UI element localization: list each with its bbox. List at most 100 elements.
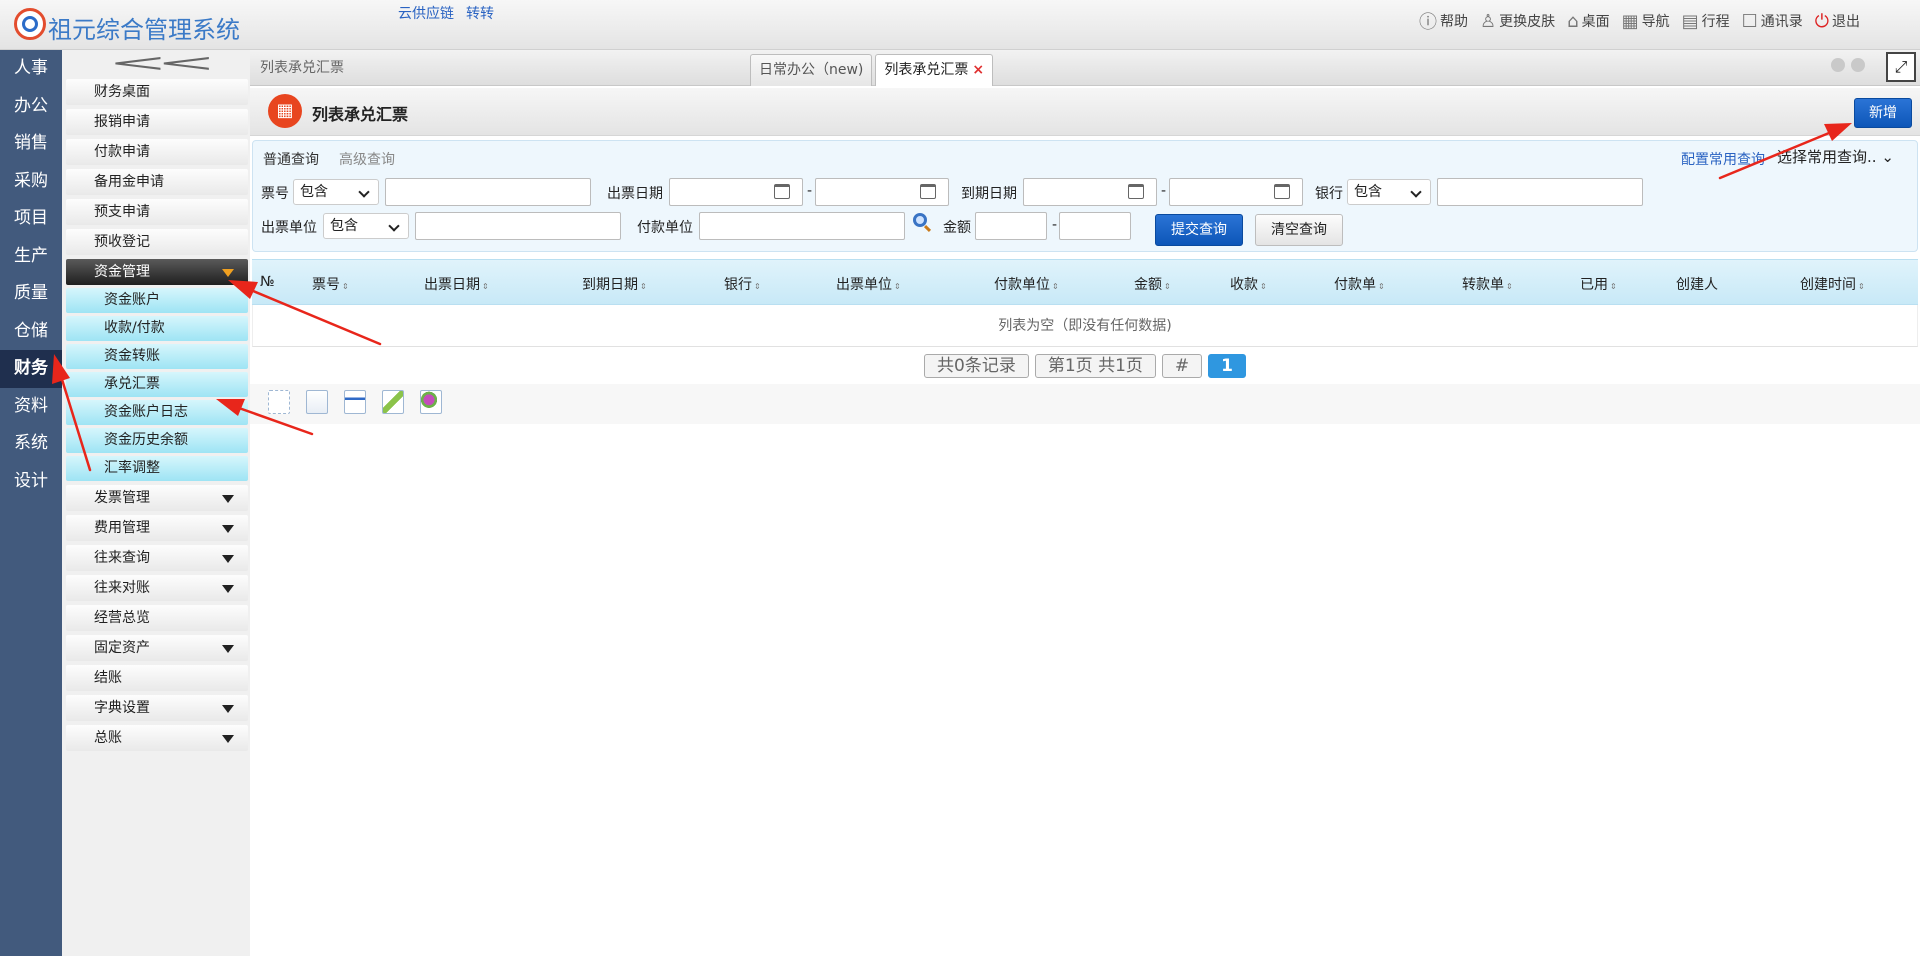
col-ticket-no[interactable]: 票号 ⇕ [312, 274, 349, 294]
top-link-supply-chain[interactable]: 云供应链 [398, 3, 454, 23]
puzzle-icon[interactable] [420, 390, 442, 414]
bank-operator-select[interactable]: 包含 [1347, 179, 1431, 205]
col-receipt[interactable]: 收款 ⇕ [1230, 274, 1267, 294]
col-payment-order[interactable]: 付款单 ⇕ [1334, 274, 1385, 294]
rail-item-warehouse[interactable]: 仓储 [0, 313, 62, 351]
rail-item-data[interactable]: 资料 [0, 388, 62, 426]
submenu-child-fund-account-log[interactable]: 资金账户日志 [66, 400, 248, 425]
rail-item-production[interactable]: 生产 [0, 238, 62, 276]
rail-item-finance[interactable]: 财务 [0, 350, 62, 388]
document-icon[interactable] [306, 390, 328, 414]
tab-prev-icon[interactable] [1831, 58, 1845, 72]
col-transfer-order[interactable]: 转款单 ⇕ [1462, 274, 1513, 294]
submenu-item-general-ledger[interactable]: 总账 [66, 725, 248, 751]
home-icon: ⌂ [1567, 10, 1579, 32]
submenu-child-receipt-payment[interactable]: 收款/付款 [66, 316, 248, 341]
submenu-item-expense-claim[interactable]: 报销申请 [66, 109, 248, 135]
submenu-child-fund-transfer[interactable]: 资金转账 [66, 344, 248, 369]
rail-item-purchase[interactable]: 采购 [0, 163, 62, 201]
schedule-button[interactable]: ▤ 行程 [1682, 11, 1730, 32]
submenu-item-cost[interactable]: 费用管理 [66, 515, 248, 541]
sort-icon: ⇕ [1052, 282, 1059, 291]
submenu-item-dictionary[interactable]: 字典设置 [66, 695, 248, 721]
submenu-child-acceptance-bill[interactable]: 承兑汇票 [66, 372, 248, 397]
submenu-item-fixed-assets[interactable]: 固定资产 [66, 635, 248, 661]
search-icon[interactable] [913, 213, 927, 227]
table-icon[interactable] [344, 390, 366, 414]
clear-query-button[interactable]: 清空查询 [1255, 214, 1343, 246]
amount-to-input[interactable] [1059, 212, 1131, 240]
tab-acceptance-bill-list[interactable]: 列表承兑汇票 × [875, 54, 994, 86]
col-due-date[interactable]: 到期日期 ⇕ [582, 274, 647, 294]
ticket-no-input[interactable] [385, 178, 591, 206]
submenu-item-finance-desk[interactable]: 财务桌面 [66, 79, 248, 105]
page-header: ▦ 列表承兑汇票 新增 [250, 88, 1920, 136]
contacts-button[interactable]: ☐ 通讯录 [1742, 11, 1803, 32]
bank-label: 银行 [1315, 186, 1343, 202]
page-jump-button[interactable]: # [1161, 354, 1203, 378]
col-created-time[interactable]: 创建时间 ⇕ [1800, 274, 1865, 294]
col-used[interactable]: 已用 ⇕ [1580, 274, 1617, 294]
due-date-from-input[interactable] [1023, 178, 1157, 206]
due-date-to-input[interactable] [1169, 178, 1303, 206]
submenu-item-reconciliation[interactable]: 往来对账 [66, 575, 248, 601]
change-skin-button[interactable]: ♙ 更换皮肤 [1480, 11, 1555, 32]
config-common-query-link[interactable]: 配置常用查询 [1681, 149, 1765, 169]
col-payer[interactable]: 付款单位 ⇕ [994, 274, 1059, 294]
rail-item-sales[interactable]: 销售 [0, 125, 62, 163]
page-title: 列表承兑汇票 [312, 105, 409, 124]
tab-advanced-query[interactable]: 高级查询 [339, 149, 395, 169]
issuer-input[interactable] [415, 212, 621, 240]
submenu-item-fund-management[interactable]: 资金管理 [66, 259, 248, 285]
edit-icon[interactable] [382, 390, 404, 414]
issue-date-from-input[interactable] [669, 178, 803, 206]
col-issue-date[interactable]: 出票日期 ⇕ [424, 274, 489, 294]
add-button[interactable]: 新增 [1854, 98, 1912, 128]
rail-item-system[interactable]: 系统 [0, 425, 62, 463]
rail-item-project[interactable]: 项目 [0, 200, 62, 238]
payer-input[interactable] [699, 212, 905, 240]
submenu-item-closing[interactable]: 结账 [66, 665, 248, 691]
page-1-button[interactable]: 1 [1208, 354, 1246, 378]
issue-date-to-input[interactable] [815, 178, 949, 206]
submenu-child-exchange-rate[interactable]: 汇率调整 [66, 456, 248, 481]
rail-item-quality[interactable]: 质量 [0, 275, 62, 313]
submenu-item-petty-cash[interactable]: 备用金申请 [66, 169, 248, 195]
rail-item-design[interactable]: 设计 [0, 463, 62, 501]
submenu-item-payment-request[interactable]: 付款申请 [66, 139, 248, 165]
navigation-button[interactable]: ▦ 导航 [1622, 11, 1670, 32]
triangle-down-icon [222, 585, 234, 593]
logout-button[interactable]: ⏻ 退出 [1815, 11, 1860, 32]
submenu-item-advance-receipt[interactable]: 预收登记 [66, 229, 248, 255]
submenu-item-invoice[interactable]: 发票管理 [66, 485, 248, 511]
issuer-operator-select[interactable]: 包含 [323, 213, 409, 239]
rail-item-office[interactable]: 办公 [0, 88, 62, 126]
select-all-icon[interactable] [268, 390, 290, 414]
close-icon[interactable]: × [972, 62, 984, 78]
submenu-item-advance-request[interactable]: 预支申请 [66, 199, 248, 225]
amount-from-input[interactable] [975, 212, 1047, 240]
top-link-zhuanzhuan[interactable]: 转转 [466, 3, 494, 23]
tab-daily-office[interactable]: 日常办公（new) [750, 54, 873, 86]
submenu-child-fund-account[interactable]: 资金账户 [66, 288, 248, 313]
ticket-no-operator-select[interactable]: 包含 [293, 179, 379, 205]
tab-next-icon[interactable] [1851, 58, 1865, 72]
maximize-button[interactable]: ⤢ [1886, 52, 1916, 82]
bank-input[interactable] [1437, 178, 1643, 206]
saved-query-select[interactable]: 选择常用查询.. ⌄ [1777, 146, 1915, 170]
submenu-item-account-query[interactable]: 往来查询 [66, 545, 248, 571]
help-button[interactable]: ⓘ 帮助 [1419, 8, 1468, 34]
triangle-down-icon [222, 525, 234, 533]
collapse-menu-button[interactable]: << [62, 48, 250, 77]
submit-query-button[interactable]: 提交查询 [1155, 214, 1243, 246]
finance-submenu: << 财务桌面 报销申请 付款申请 备用金申请 预支申请 预收登记 资金管理 资… [62, 48, 250, 956]
col-issuer[interactable]: 出票单位 ⇕ [836, 274, 901, 294]
double-chevron-left-icon: << [107, 48, 217, 77]
col-amount[interactable]: 金额 ⇕ [1134, 274, 1171, 294]
submenu-child-fund-history-balance[interactable]: 资金历史余额 [66, 428, 248, 453]
rail-item-hr[interactable]: 人事 [0, 50, 62, 88]
desktop-button[interactable]: ⌂ 桌面 [1567, 11, 1609, 32]
col-bank[interactable]: 银行 ⇕ [724, 274, 761, 294]
submenu-item-business-overview[interactable]: 经营总览 [66, 605, 248, 631]
tab-basic-query[interactable]: 普通查询 [263, 149, 319, 169]
